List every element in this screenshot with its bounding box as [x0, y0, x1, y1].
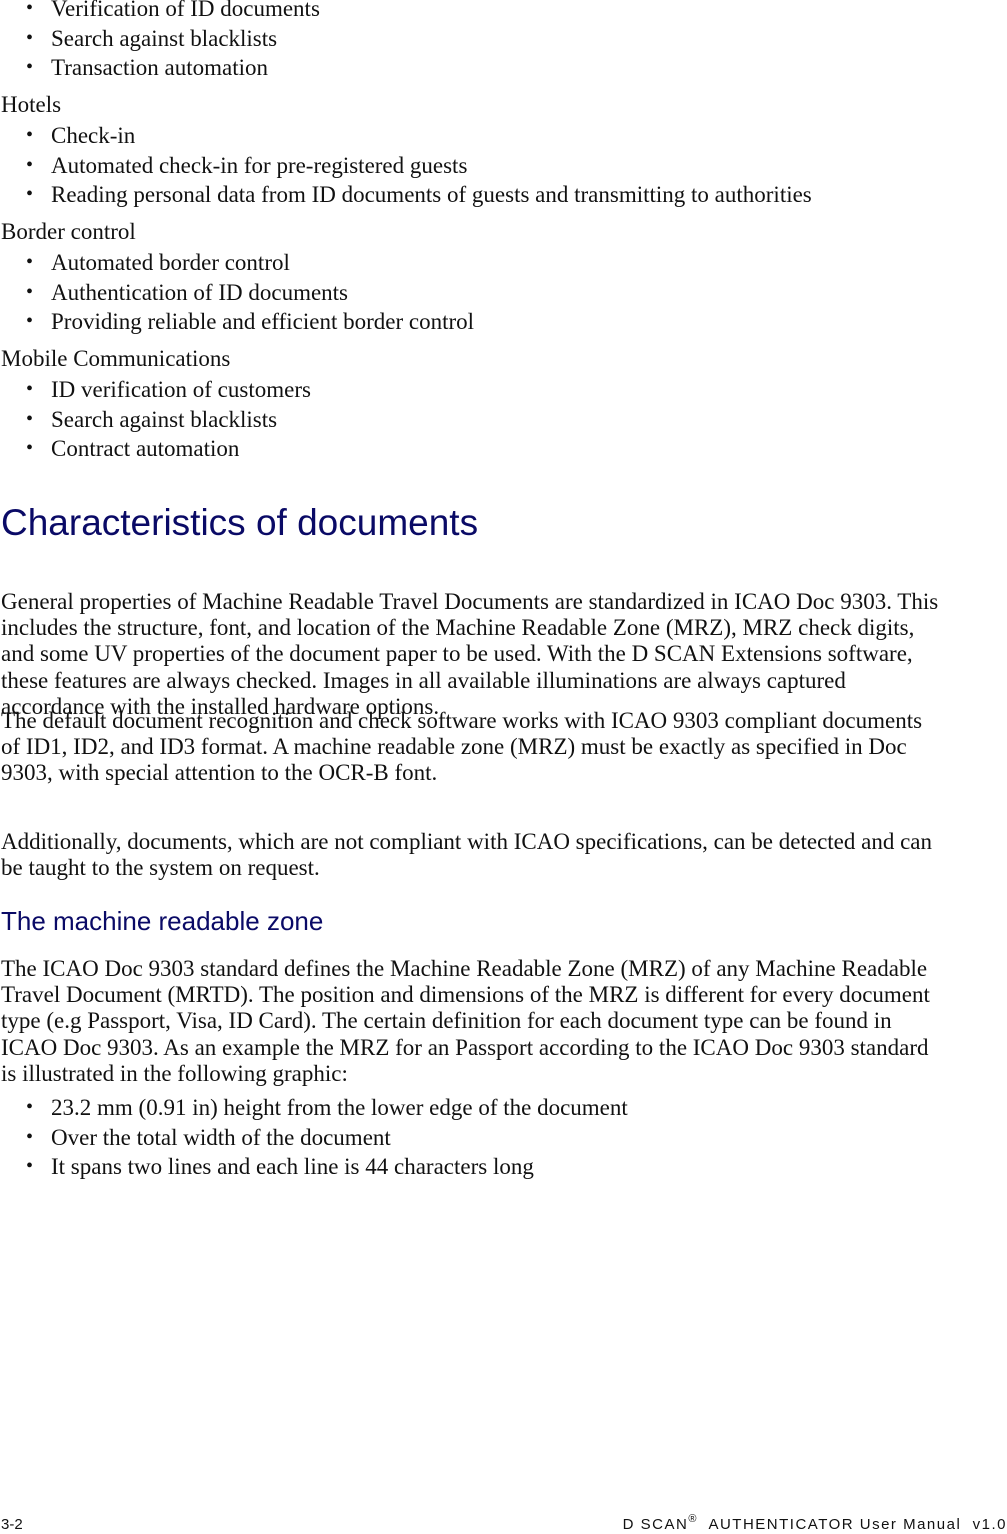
bullet-icon: •	[26, 183, 34, 205]
bullet-icon: •	[26, 378, 34, 400]
registered-trademark-icon: ®	[688, 1513, 698, 1525]
paragraph-line: 9303, with special attention to the OCR-…	[1, 760, 438, 786]
product-name: D SCAN	[622, 1516, 689, 1533]
section-heading: Characteristics of documents	[1, 502, 479, 543]
intro-bullet-list: • Verification of ID documents • Search ag…	[1, 0, 320, 83]
group-label: Hotels	[1, 92, 62, 117]
bullet-icon: •	[26, 251, 34, 273]
paragraph-mrz: The ICAO Doc 9303 standard defines the M…	[1, 956, 1007, 1087]
group-label: Mobile Communications	[1, 346, 231, 371]
paragraph-line: ICAO Doc 9303. As an example the MRZ for…	[1, 1034, 929, 1060]
mobile-bullet-list: • ID verification of customers • Search ag…	[1, 375, 311, 464]
list-item: • Providing reliable and efficient border…	[1, 307, 474, 337]
bullet-icon: •	[26, 310, 34, 332]
bullet-icon: •	[26, 124, 34, 146]
manual-title: D SCAN® AUTHENTICATOR User Manual v1.0	[622, 1513, 1007, 1533]
paragraph-line: Additionally, documents, which are not c…	[1, 829, 933, 854]
bullet-icon: •	[26, 407, 34, 430]
hotels-bullet-list: • Check-in • Automated check-in for pre-re…	[1, 121, 812, 210]
paragraph-line: be taught to the system on request.	[1, 855, 320, 881]
bullet-icon: •	[26, 56, 34, 78]
border-control-bullet-list: • Automated border control • Authenticatio…	[1, 248, 474, 337]
bullet-icon: •	[26, 0, 34, 19]
paragraph-line: The ICAO Doc 9303 standard defines the M…	[1, 956, 928, 981]
paragraph-line: of ID1, ID2, and ID3 format. A machine r…	[1, 734, 907, 760]
group-hotels: Hotels • Check-in • Automated check-in for…	[1, 90, 812, 210]
list-item: • Search against blacklists	[1, 405, 311, 435]
page-number: 3-2	[1, 1516, 23, 1533]
paragraph-general-properties: General properties of Machine Readable T…	[1, 589, 1007, 720]
list-item: • Over the total width of the document	[1, 1123, 628, 1153]
bullet-icon: •	[26, 280, 34, 303]
group-mobile-communications: Mobile Communications • ID verification o…	[1, 344, 311, 464]
bullet-icon: •	[26, 153, 34, 176]
bullet-icon: •	[26, 1125, 34, 1148]
list-item: • Transaction automation	[1, 53, 320, 83]
bullet-icon: •	[26, 1096, 34, 1118]
paragraph-line: Travel Document (MRTD). The position and…	[1, 982, 930, 1008]
paragraph-line: includes the structure, font, and locati…	[1, 615, 915, 641]
bullet-icon: •	[26, 26, 34, 49]
paragraph-default-recognition: The default document recognition and che…	[1, 708, 1007, 787]
paragraph-line: and some UV properties of the document p…	[1, 641, 913, 667]
bullet-icon: •	[26, 1155, 34, 1177]
paragraph-line: General properties of Machine Readable T…	[1, 589, 939, 614]
manual-name: AUTHENTICATOR User Manual	[708, 1516, 962, 1533]
list-item: • Reading personal data from ID documents…	[1, 180, 812, 210]
paragraph-line: these features are always checked. Image…	[1, 667, 846, 693]
mrz-bullet-list: • 23.2 mm (0.91 in) height from the lower…	[1, 1093, 628, 1182]
list-item: • Verification of ID documents	[1, 0, 320, 24]
bullet-icon: •	[26, 437, 34, 459]
paragraph-line: The default document recognition and che…	[1, 708, 923, 733]
subsection-heading: The machine readable zone	[1, 906, 324, 936]
paragraph-line: is illustrated in the following graphic:	[1, 1060, 348, 1086]
group-border-control: Border control • Automated border control…	[1, 217, 474, 337]
list-item: • Authentication of ID documents	[1, 278, 474, 308]
group-label: Border control	[1, 219, 136, 244]
list-item: • ID verification of customers	[1, 375, 311, 405]
paragraph-non-compliant: Additionally, documents, which are not c…	[1, 829, 1007, 881]
list-item: • Automated check-in for pre-registered g…	[1, 151, 812, 181]
list-item: • Search against blacklists	[1, 24, 320, 54]
list-item: • It spans two lines and each line is 44 …	[1, 1152, 628, 1182]
list-item: • Automated border control	[1, 248, 474, 278]
list-item: • 23.2 mm (0.91 in) height from the lower…	[1, 1093, 628, 1123]
paragraph-line: type (e.g Passport, Visa, ID Card). The …	[1, 1008, 892, 1034]
manual-version: v1.0	[972, 1516, 1007, 1533]
list-item: • Check-in	[1, 121, 812, 151]
list-item: • Contract automation	[1, 434, 311, 464]
